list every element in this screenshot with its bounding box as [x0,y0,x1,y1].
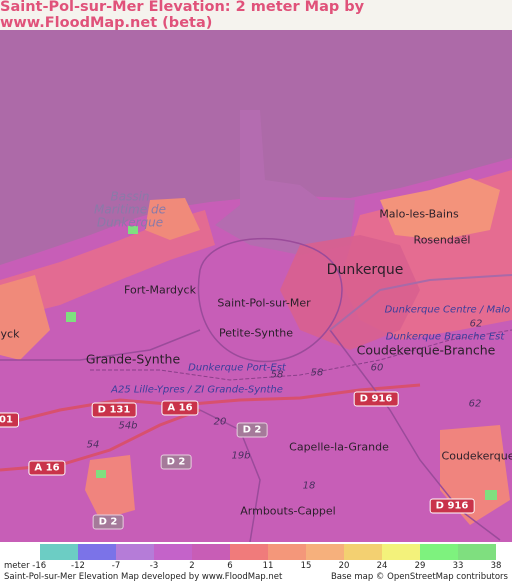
legend-swatch [420,544,458,560]
legend-tick: 11 [262,561,274,571]
road-number: 60 [370,362,384,374]
high-spot-2 [66,312,76,322]
legend-ticks: meter -16 -12 -7 -3 2 6 11 15 20 24 29 33 38 [0,561,512,571]
road-number: 19b [231,450,251,462]
water-label: Bassin Maritime de Dunkerque [94,189,166,230]
legend-tick: -12 [71,561,85,571]
road-number: 58 [310,367,324,379]
place-label: Coudekerque- [441,449,512,463]
map-canvas [0,30,512,542]
legend-swatches [40,544,496,560]
legend-tick: -3 [149,561,159,571]
high-spot-4 [485,490,497,500]
road-shield: D 916 [353,391,399,407]
footer-credit: Saint-Pol-sur-Mer Elevation Map develope… [4,572,283,582]
legend-tick: 15 [300,561,312,571]
legend-tick: 38 [490,561,502,571]
legend-tick: meter -16 [4,561,47,571]
legend-swatch [458,544,496,560]
road-shield: D 916 [429,498,475,514]
legend-tick: 33 [452,561,464,571]
road-shield: D 131 [91,402,137,418]
legend-tick: 29 [414,561,426,571]
road-shield: A 16 [161,400,199,416]
place-label: Rosendaël [413,233,471,247]
legend-swatch [154,544,192,560]
road-shield: 01 [0,412,19,428]
legend-swatch [40,544,78,560]
road-number: 18 [302,480,316,492]
place-label: Dunkerque [326,262,404,278]
elevation-map[interactable]: Dunkerque Malo-les-Bains Rosendaël Fort-… [0,30,512,542]
place-label: Capelle-la-Grande [289,440,389,454]
footer-attribution[interactable]: Base map © OpenStreetMap contributors [331,572,508,582]
legend-tick: 24 [376,561,388,571]
place-label: Coudekerque-Branche [356,342,496,358]
place-label: Saint-Pol-sur-Mer [217,296,311,310]
legend-tick: 6 [227,561,233,571]
road-shield: A 16 [28,460,66,476]
legend-swatch [268,544,306,560]
legend-swatch [306,544,344,560]
high-spot-3 [96,470,106,478]
place-label: Fort-Mardyck [124,283,196,297]
station-label: A25 Lille-Ypres / ZI Grande-Synthe [111,384,283,396]
map-title: Saint-Pol-sur-Mer Elevation: 2 meter Map… [0,0,365,31]
road-number: 62 [468,398,482,410]
legend-swatch [344,544,382,560]
place-label: Malo-les-Bains [379,207,459,221]
legend-swatch [192,544,230,560]
legend-swatch [230,544,268,560]
legend-swatch [382,544,420,560]
place-label: Grande-Synthe [85,351,181,367]
legend-swatch [78,544,116,560]
place-label: Armbouts-Cappel [240,504,336,518]
legend-tick: -7 [111,561,121,571]
legend-swatch [116,544,154,560]
legend-tick: 20 [338,561,350,571]
place-label: yck [0,327,20,341]
station-label: Dunkerque Centre / Malo / L [384,304,512,316]
road-shield: D 2 [92,514,124,530]
station-label: Dunkerque Branche Est [385,331,505,343]
road-number: 54b [118,420,138,432]
road-shield: D 2 [160,454,192,470]
legend-tick: 2 [189,561,195,571]
place-label: Petite-Synthe [219,326,293,340]
elevation-legend: meter -16 -12 -7 -3 2 6 11 15 20 24 29 33 38 Saint-P… [0,542,512,582]
road-number: 20 [213,416,227,428]
road-number: 62 [469,318,483,330]
road-number: 58 [270,369,284,381]
